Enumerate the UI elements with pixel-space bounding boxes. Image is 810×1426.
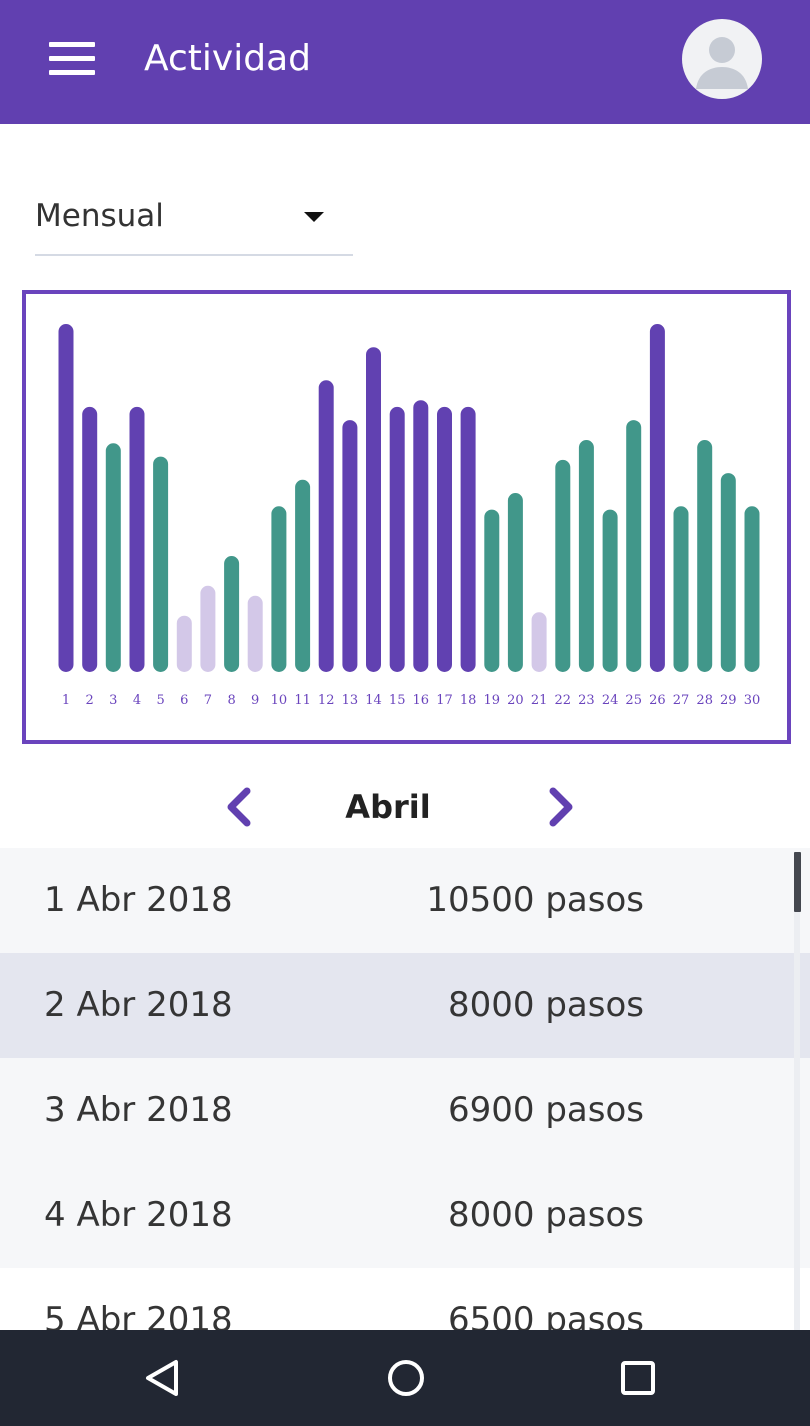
chart-bar[interactable]: [318, 380, 334, 672]
chart-bar[interactable]: [366, 347, 381, 672]
scrollbar-track[interactable]: [794, 852, 800, 1342]
chart-x-tick-label: 19: [484, 693, 501, 708]
chart-bar[interactable]: [82, 406, 98, 672]
page-title: Actividad: [144, 38, 311, 79]
chart-x-tick-label: 1: [62, 693, 70, 708]
chart-x-tick-label: 30: [744, 693, 761, 708]
chart-x-tick-label: 15: [389, 693, 406, 708]
chart-bar[interactable]: [744, 506, 760, 672]
chart-bar[interactable]: [153, 456, 169, 672]
list-item[interactable]: 2 Abr 2018 8000 pasos: [0, 953, 810, 1058]
chart-x-tick-label: 9: [251, 693, 259, 708]
chart-bar[interactable]: [342, 420, 358, 672]
chart-bar[interactable]: [58, 324, 74, 672]
list-item-steps: 8000 pasos: [448, 1195, 644, 1235]
chart-x-tick-label: 23: [578, 693, 595, 708]
scrollbar-thumb[interactable]: [794, 852, 801, 912]
chart-bar[interactable]: [649, 324, 665, 672]
list-item[interactable]: 1 Abr 2018 10500 pasos: [0, 848, 810, 953]
chart-x-tick-label: 17: [436, 693, 453, 708]
list-item-date: 2 Abr 2018: [44, 985, 233, 1025]
chart-bar[interactable]: [271, 506, 287, 672]
chart-x-tick-label: 20: [507, 693, 524, 708]
steps-chart-svg: 1 2 3 4 5 6 7 8 9 10 11 12 13 14 15 16 17 18 19 20 21 22 23 24 2…: [58, 324, 761, 708]
chart-bar[interactable]: [129, 406, 145, 672]
chart-bar[interactable]: [673, 506, 689, 672]
chart-x-tick-label: 13: [342, 693, 359, 708]
chart-bar[interactable]: [484, 509, 500, 672]
app-bar: Actividad: [0, 0, 810, 124]
chart-bar[interactable]: [602, 509, 618, 672]
chart-bar[interactable]: [626, 420, 642, 672]
chart-bar[interactable]: [105, 443, 121, 672]
chart-bar[interactable]: [200, 585, 216, 672]
chart-x-tick-label: 26: [649, 693, 666, 708]
chart-bar[interactable]: [507, 493, 523, 672]
menu-icon[interactable]: [47, 40, 97, 78]
steps-chart: 1 2 3 4 5 6 7 8 9 10 11 12 13 14 15 16 17 18 19 20 21 22 23 24 2…: [22, 290, 791, 744]
chart-bar[interactable]: [460, 406, 476, 672]
chart-x-tick-label: 3: [109, 693, 117, 708]
chart-x-tick-label: 14: [365, 693, 382, 708]
chart-x-tick-label: 18: [460, 693, 477, 708]
chart-x-tick-label: 12: [318, 693, 335, 708]
list-item-steps: 10500 pasos: [426, 880, 644, 920]
chart-x-tick-label: 16: [413, 693, 430, 708]
month-label: Abril: [345, 788, 431, 826]
chart-bar[interactable]: [697, 440, 713, 672]
chart-x-tick-label: 24: [602, 693, 619, 708]
chart-x-tick-label: 21: [531, 693, 548, 708]
list-item-steps: 8000 pasos: [448, 985, 644, 1025]
list-item-date: 3 Abr 2018: [44, 1090, 233, 1130]
caret-down-icon: [304, 212, 324, 222]
chart-x-tick-label: 6: [180, 693, 188, 708]
chart-bar[interactable]: [224, 556, 240, 672]
list-item-steps: 6500 pasos: [448, 1300, 644, 1330]
avatar-icon[interactable]: [682, 19, 762, 99]
list-item[interactable]: 4 Abr 2018 8000 pasos: [0, 1163, 810, 1268]
chart-x-tick-label: 28: [696, 693, 713, 708]
chart-bar[interactable]: [531, 612, 547, 672]
chevron-left-icon[interactable]: [220, 785, 260, 829]
chart-bar[interactable]: [720, 473, 736, 672]
chart-bar[interactable]: [555, 459, 571, 672]
chart-x-tick-label: 27: [673, 693, 690, 708]
back-triangle-icon[interactable]: [132, 1348, 192, 1408]
list-item-steps: 6900 pasos: [448, 1090, 644, 1130]
chart-bar[interactable]: [437, 406, 452, 672]
list-item[interactable]: 3 Abr 2018 6900 pasos: [0, 1058, 810, 1163]
chart-x-tick-label: 5: [156, 693, 164, 708]
list-item-date: 4 Abr 2018: [44, 1195, 233, 1235]
chart-x-tick-label: 2: [86, 693, 94, 708]
chart-x-tick-label: 7: [204, 693, 212, 708]
list-item[interactable]: 5 Abr 2018 6500 pasos: [0, 1268, 810, 1330]
chart-x-tick-label: 11: [294, 693, 311, 708]
list-item-date: 1 Abr 2018: [44, 880, 233, 920]
period-select-value: Mensual: [35, 198, 164, 234]
home-circle-icon[interactable]: [376, 1348, 436, 1408]
month-navigation: Abril: [0, 775, 810, 839]
chart-bar[interactable]: [247, 595, 263, 672]
chart-x-tick-label: 29: [720, 693, 737, 708]
chart-x-tick-label: 8: [227, 693, 235, 708]
chart-bar[interactable]: [295, 479, 311, 672]
chevron-right-icon[interactable]: [540, 785, 580, 829]
chart-bar[interactable]: [413, 400, 429, 672]
daily-steps-list[interactable]: 1 Abr 2018 10500 pasos 2 Abr 2018 8000 p…: [0, 848, 810, 1330]
recents-square-icon[interactable]: [608, 1348, 668, 1408]
chart-x-tick-label: 22: [555, 693, 572, 708]
chart-x-tick-label: 25: [625, 693, 642, 708]
chart-x-tick-label: 10: [271, 693, 288, 708]
chart-x-tick-label: 4: [133, 693, 141, 708]
period-select[interactable]: Mensual: [35, 180, 353, 256]
list-item-date: 5 Abr 2018: [44, 1300, 233, 1330]
chart-bar[interactable]: [578, 440, 594, 672]
system-nav-bar: [0, 1330, 810, 1426]
chart-bar[interactable]: [389, 406, 405, 672]
chart-bar[interactable]: [176, 615, 192, 672]
